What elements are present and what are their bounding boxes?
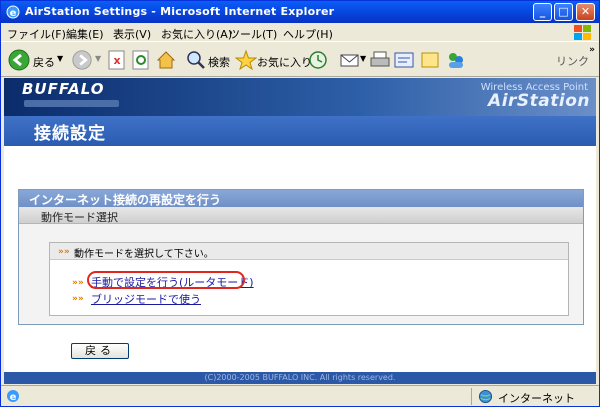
svg-text:e: e (10, 392, 17, 403)
panel-subtitle: 動作モード選択 (19, 207, 583, 224)
discuss-icon[interactable] (419, 48, 441, 72)
favorites-star-icon[interactable] (235, 48, 257, 72)
browser-window: e AirStation Settings - Microsoft Intern… (0, 0, 600, 407)
edit-icon[interactable] (393, 48, 415, 72)
svg-text:e: e (10, 8, 17, 19)
minimize-button[interactable]: _ (533, 3, 552, 21)
double-arrow-icon: »» (72, 294, 84, 304)
mode-select-box: 動作モードを選択して下さい。 »» »» 手動で設定を行う(ルータモード) »»… (49, 242, 569, 316)
window-title: AirStation Settings - Microsoft Internet… (25, 5, 335, 18)
bridge-mode-link[interactable]: ブリッジモードで使う (91, 291, 201, 307)
highlight-circle (87, 271, 245, 289)
svg-text:x: x (113, 54, 120, 67)
back-arrow-icon[interactable] (7, 48, 31, 72)
brand-tagline-blurred (24, 100, 119, 107)
forward-arrow-icon[interactable] (71, 48, 93, 72)
globe-icon (478, 389, 493, 404)
security-zone: インターネット (471, 388, 599, 405)
home-icon[interactable] (155, 48, 177, 72)
brand-logo: BUFFALO (22, 80, 105, 98)
panel-title: インターネット接続の再設定を行う (19, 190, 583, 207)
refresh-icon[interactable] (131, 48, 151, 72)
status-bar: e インターネット (1, 385, 599, 406)
page-content: BUFFALO Wireless Access Point AirStation… (4, 78, 596, 384)
page-icon: e (7, 390, 19, 403)
menu-file[interactable]: ファイル(F) (7, 26, 66, 42)
windows-logo-icon (574, 25, 591, 40)
back-button[interactable]: 戻る (71, 343, 129, 359)
menu-bar: ファイル(F) 編集(E) 表示(V) お気に入り(A) ツール(T) ヘルプ(… (1, 23, 599, 42)
product-name: AirStation (488, 91, 590, 111)
search-icon[interactable] (185, 48, 207, 72)
history-icon[interactable] (307, 48, 329, 72)
links-label[interactable]: リンク (556, 53, 589, 69)
menu-tools[interactable]: ツール(T) (229, 26, 277, 42)
maximize-button[interactable]: □ (554, 3, 573, 21)
double-arrow-icon: »» (58, 247, 70, 257)
ie-icon: e (6, 5, 20, 19)
close-button[interactable]: ✕ (576, 3, 595, 21)
page-title: 接続設定 (34, 124, 106, 144)
mail-icon[interactable] (339, 48, 361, 72)
print-icon[interactable] (369, 48, 391, 72)
messenger-icon[interactable] (445, 48, 467, 72)
zone-label: インターネット (498, 392, 575, 405)
title-bar: e AirStation Settings - Microsoft Intern… (1, 1, 599, 23)
menu-view[interactable]: 表示(V) (113, 26, 151, 42)
forward-dropdown-icon[interactable]: ▼ (95, 54, 101, 63)
toolbar: 戻る ▼ ▼ x 検索 お気に入り ▼ (1, 43, 599, 77)
search-label[interactable]: 検索 (208, 54, 230, 70)
back-dropdown-icon[interactable]: ▼ (57, 54, 63, 63)
double-arrow-icon: »» (72, 278, 84, 288)
favorites-label[interactable]: お気に入り (257, 54, 312, 70)
chevron-right-icon[interactable]: » (589, 45, 595, 55)
setup-panel: インターネット接続の再設定を行う 動作モード選択 動作モードを選択して下さい。 … (18, 189, 584, 325)
copyright-footer: (C)2000-2005 BUFFALO INC. All rights res… (4, 372, 596, 384)
stop-icon[interactable]: x (107, 48, 127, 72)
mail-dropdown-icon[interactable]: ▼ (360, 54, 366, 63)
menu-favorites[interactable]: お気に入り(A) (161, 26, 232, 42)
menu-help[interactable]: ヘルプ(H) (283, 26, 333, 42)
instruction-text: 動作モードを選択して下さい。 (50, 243, 568, 260)
back-label[interactable]: 戻る (33, 54, 55, 70)
menu-edit[interactable]: 編集(E) (66, 26, 104, 42)
